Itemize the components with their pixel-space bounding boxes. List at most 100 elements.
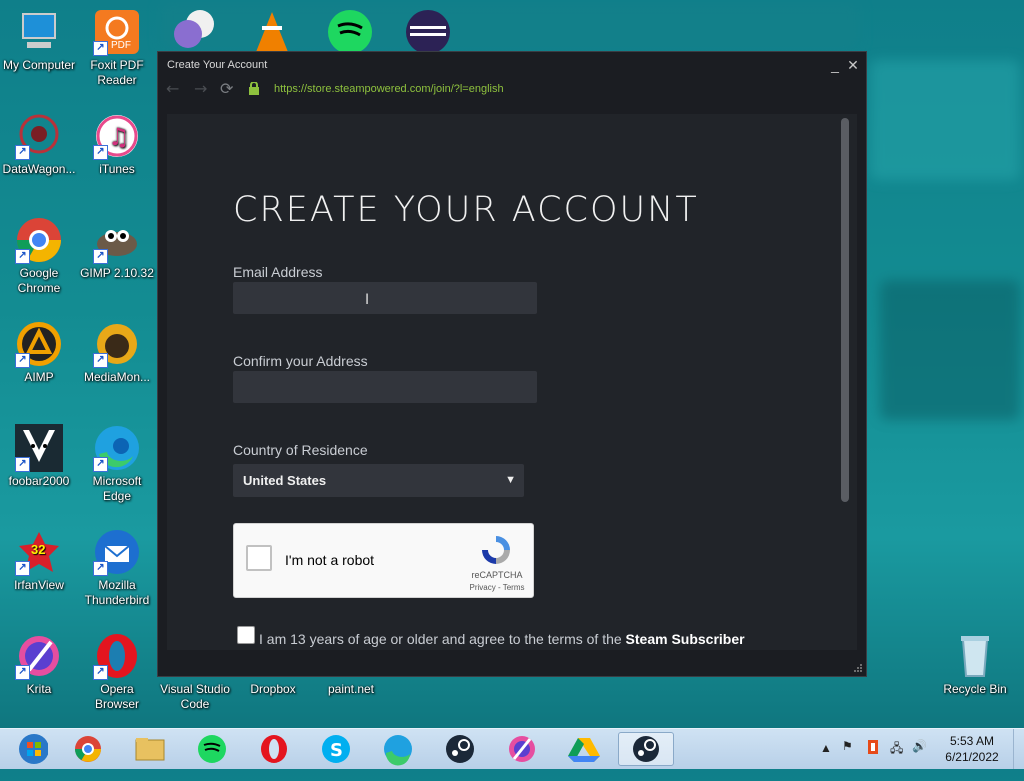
desktop-icon-google-chrome[interactable]: ↗ Google Chrome [0, 216, 78, 296]
taskbar-chrome[interactable] [60, 732, 116, 766]
wallpaper-patch [880, 280, 1020, 420]
shortcut-arrow-icon: ↗ [93, 665, 108, 680]
desktop-icon-mediamonkey[interactable]: ↗ MediaMon... [78, 320, 156, 385]
volume-icon[interactable]: 🔊 [912, 739, 927, 779]
steam-create-account-window: Create Your Account _ ✕ ← → ⟳ https://st… [157, 51, 867, 677]
country-select[interactable]: United States ▼ [233, 464, 524, 497]
recaptcha-logo-icon [482, 536, 510, 564]
desktop-icon-label: paint.net [327, 682, 375, 696]
network-icon[interactable]: 🖧 [890, 739, 903, 779]
edge-icon [384, 735, 412, 766]
show-hidden-icons[interactable]: ▲ [820, 741, 832, 781]
krita-icon: ↗ [15, 632, 63, 680]
recaptcha-links[interactable]: Privacy - Terms [460, 583, 534, 592]
spotify-icon [326, 8, 374, 56]
edge-icon: ↗ [93, 424, 141, 472]
taskbar-krita[interactable] [494, 732, 550, 766]
desktop-icon-label: Foxit PDF Reader [90, 58, 144, 87]
shortcut-arrow-icon: ↗ [15, 665, 30, 680]
desktop-icon-label: foobar2000 [8, 474, 70, 488]
google-drive-icon [568, 738, 600, 762]
shortcut-arrow-icon: ↗ [93, 41, 108, 56]
desktop-icon-foxit[interactable]: PDF ↗ Foxit PDF Reader [78, 8, 156, 88]
shortcut-arrow-icon: ↗ [15, 145, 30, 160]
desktop-icon-datawagon[interactable]: ↗ DataWagon... [0, 112, 78, 177]
desktop-icon-my-computer[interactable]: My Computer [0, 8, 78, 73]
taskbar-edge[interactable] [370, 732, 426, 766]
desktop-icon-irfanview[interactable]: 32 ↗ IrfanView [0, 528, 78, 593]
taskbar-spotify[interactable] [184, 732, 240, 766]
recycle-bin-icon [951, 632, 999, 680]
taskbar-google-drive[interactable] [556, 732, 612, 766]
taskbar-steam[interactable] [432, 732, 488, 766]
page-content: CREATE YOUR ACCOUNT Email Address I Conf… [167, 114, 857, 650]
taskbar-skype[interactable]: S [308, 732, 364, 766]
desktop-icon-paintnet[interactable]: paint.net [312, 682, 390, 697]
minimize-button[interactable]: _ [826, 52, 844, 78]
scrollbar[interactable] [841, 118, 849, 502]
desktop-icon-edge[interactable]: ↗ Microsoft Edge [78, 424, 156, 504]
email-field[interactable] [233, 282, 537, 314]
recaptcha-checkbox[interactable] [246, 545, 272, 571]
irfanview-badge: 32 [31, 542, 46, 557]
shortcut-arrow-icon: ↗ [93, 457, 108, 472]
clock-time: 5:53 AM [949, 734, 995, 748]
start-button[interactable] [0, 732, 56, 766]
country-label: Country of Residence [233, 442, 368, 458]
office-icon[interactable] [866, 739, 880, 779]
steam-icon [446, 735, 474, 763]
desktop-icon-opera[interactable]: ↗ Opera Browser [78, 632, 156, 712]
window-titlebar[interactable]: Create Your Account _ ✕ [158, 52, 866, 78]
desktop-icon-dropbox[interactable]: Dropbox [234, 682, 312, 697]
desktop-icon-itunes[interactable]: ♫ ↗ iTunes [78, 112, 156, 177]
desktop-icon-label: AIMP [24, 370, 54, 384]
browser-nav-bar: ← → ⟳ https://store.steampowered.com/joi… [158, 78, 866, 100]
steam-subscriber-link[interactable]: Steam Subscriber [626, 631, 745, 647]
desktop-icon-recycle-bin[interactable]: Recycle Bin [936, 632, 1014, 697]
desktop-icon-vscode[interactable]: Visual Studio Code [156, 682, 234, 712]
skype-icon: S [322, 735, 350, 763]
datawagon-icon: ↗ [15, 112, 63, 160]
desktop-icon-label: Recycle Bin [943, 682, 1007, 696]
resize-grip-icon[interactable] [853, 663, 863, 673]
close-button[interactable]: ✕ [844, 52, 862, 78]
desktop-icon-label: My Computer [2, 58, 76, 72]
desktop-icon-label: DataWagon... [2, 162, 76, 176]
taskbar-opera[interactable] [246, 732, 302, 766]
wallpaper-patch [870, 60, 1020, 180]
clock-date: 6/21/2022 [945, 750, 999, 764]
desktop-icon-krita[interactable]: ↗ Krita [0, 632, 78, 697]
desktop-icon-label: iTunes [99, 162, 135, 176]
shortcut-arrow-icon: ↗ [15, 561, 30, 576]
opera-icon [261, 735, 287, 763]
mediamonkey-icon: ↗ [93, 320, 141, 368]
taskbar-steam-active[interactable] [618, 732, 674, 766]
system-clock[interactable]: 5:53 AM 6/21/2022 [930, 733, 1014, 765]
url-text[interactable]: https://store.steampowered.com/join/?l=e… [274, 78, 504, 100]
confirm-email-label: Confirm your Address [233, 353, 368, 369]
desktop-icon-thunderbird[interactable]: ↗ Mozilla Thunderbird [78, 528, 156, 608]
desktop-icon-aimp[interactable]: ↗ AIMP [0, 320, 78, 385]
chrome-icon [75, 736, 101, 762]
thunderbird-icon: ↗ [93, 528, 141, 576]
show-desktop-button[interactable] [1013, 729, 1024, 769]
recaptcha-widget: I'm not a robot reCAPTCHA Privacy - Term… [233, 523, 534, 598]
back-icon[interactable]: ← [166, 78, 179, 100]
desktop-icon-foobar2000[interactable]: ↗ foobar2000 [0, 424, 78, 489]
shortcut-arrow-icon: ↗ [93, 145, 108, 160]
reload-icon[interactable]: ⟳ [220, 78, 233, 100]
foxit-pdf-icon: PDF ↗ [93, 8, 141, 56]
foxit-badge: PDF [111, 40, 131, 51]
desktop-icon-label: GIMP 2.10.32 [80, 266, 154, 280]
forward-icon[interactable]: → [194, 78, 207, 100]
confirm-email-field[interactable] [233, 371, 537, 403]
age-agree-label: I am 13 years of age or older and agree … [259, 631, 626, 647]
desktop-icon-label: Mozilla Thunderbird [84, 578, 150, 607]
recaptcha-brand: reCAPTCHA [471, 570, 523, 580]
folder-icon [135, 738, 165, 761]
gimp-icon: ↗ [93, 216, 141, 264]
desktop-icon-gimp[interactable]: ↗ GIMP 2.10.32 [78, 216, 156, 281]
taskbar-file-explorer[interactable] [122, 732, 178, 766]
age-agree-checkbox[interactable] [237, 626, 255, 644]
flag-icon[interactable]: ⚑ [842, 739, 853, 779]
